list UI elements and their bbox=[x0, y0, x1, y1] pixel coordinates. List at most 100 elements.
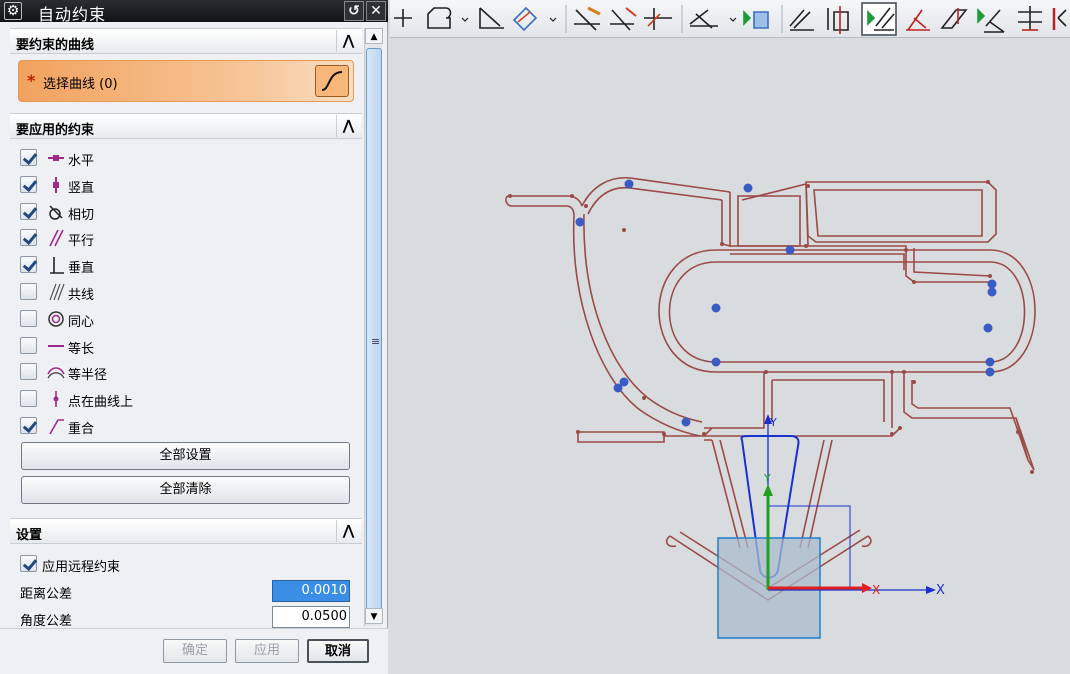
curve-endpoint[interactable] bbox=[806, 184, 810, 188]
curve-endpoint[interactable] bbox=[720, 242, 724, 246]
constraint-row[interactable]: 等长 bbox=[20, 334, 350, 358]
remote-constraint-row[interactable]: 应用远程约束 bbox=[20, 552, 350, 576]
constraint-row[interactable]: 水平 bbox=[20, 146, 350, 170]
scroll-down-icon[interactable]: ▼ bbox=[365, 608, 383, 624]
constraint-checkbox[interactable] bbox=[20, 175, 37, 193]
constraint-point[interactable] bbox=[743, 183, 753, 193]
curve-endpoint[interactable] bbox=[702, 432, 706, 436]
curve-endpoint[interactable] bbox=[508, 194, 512, 198]
curve-endpoint[interactable] bbox=[902, 370, 906, 374]
make-corner-icon[interactable] bbox=[644, 8, 672, 30]
clear-all-button[interactable]: 全部清除 bbox=[21, 476, 350, 504]
curve-endpoint[interactable] bbox=[904, 248, 908, 252]
constraint-point[interactable] bbox=[985, 357, 995, 367]
show-constraints-icon[interactable] bbox=[827, 6, 849, 34]
curve-endpoint[interactable] bbox=[576, 430, 580, 434]
curve-endpoint[interactable] bbox=[986, 180, 990, 184]
section-settings-header[interactable]: 设置 ⋀ bbox=[10, 518, 362, 544]
cancel-button[interactable]: 取消 bbox=[307, 639, 369, 663]
sketch-drawing[interactable]: Y X X Y bbox=[390, 39, 1070, 674]
angle-tolerance-input[interactable]: 0.0500 bbox=[272, 606, 350, 628]
constraint-checkbox[interactable] bbox=[20, 417, 37, 434]
scroll-up-icon[interactable]: ▲ bbox=[365, 28, 383, 44]
ok-button[interactable]: 确定 bbox=[163, 639, 227, 663]
curve-endpoint[interactable] bbox=[912, 380, 916, 384]
constraint-point[interactable] bbox=[575, 217, 585, 227]
curve-endpoint[interactable] bbox=[912, 280, 916, 284]
constraint-row[interactable]: 同心 bbox=[20, 307, 350, 331]
curve-endpoint[interactable] bbox=[622, 228, 626, 232]
constraint-point[interactable] bbox=[711, 357, 721, 367]
constraint-point[interactable] bbox=[613, 383, 623, 393]
curve-endpoint[interactable] bbox=[584, 204, 588, 208]
distance-tolerance-input[interactable]: 0.0010 bbox=[272, 580, 350, 602]
constraint-row[interactable]: 相切 bbox=[20, 200, 350, 224]
animate-dimension-icon[interactable] bbox=[1018, 6, 1042, 31]
continuous-dimension-icon[interactable] bbox=[743, 10, 769, 29]
remote-constraint-checkbox[interactable] bbox=[20, 555, 37, 572]
sketch-canvas[interactable]: Y X X Y bbox=[390, 39, 1070, 674]
constraint-row[interactable]: 等半径 bbox=[20, 360, 350, 384]
reset-icon[interactable]: ↺ bbox=[344, 1, 364, 21]
constraint-checkbox[interactable] bbox=[20, 229, 37, 247]
curve-endpoint[interactable] bbox=[890, 370, 894, 374]
constraint-checkbox[interactable] bbox=[20, 149, 37, 166]
select-curve-row[interactable]: * 选择曲线 (0) bbox=[18, 60, 354, 102]
dialog-scrollbar[interactable]: ▲ ≡ ▼ bbox=[364, 28, 383, 626]
constraint-point[interactable] bbox=[711, 303, 721, 313]
derived-line-icon[interactable] bbox=[512, 6, 557, 32]
point-icon[interactable] bbox=[394, 9, 412, 27]
close-icon[interactable]: ✕ bbox=[366, 1, 386, 21]
curve-endpoint[interactable] bbox=[642, 396, 646, 400]
constraint-point[interactable] bbox=[985, 367, 995, 377]
chevron-up-icon[interactable]: ⋀ bbox=[336, 115, 360, 137]
curve-endpoint[interactable] bbox=[988, 274, 992, 278]
constraint-row[interactable]: 点在曲线上 bbox=[20, 387, 350, 411]
set-all-button[interactable]: 全部设置 bbox=[21, 442, 350, 470]
curve-endpoint[interactable] bbox=[1030, 470, 1034, 474]
gear-icon[interactable]: ⚙ bbox=[4, 2, 22, 20]
constraint-row[interactable]: 共线 bbox=[20, 280, 350, 304]
convert-reference-icon[interactable] bbox=[940, 8, 968, 29]
section-curves-header[interactable]: 要约束的曲线 ⋀ bbox=[10, 28, 362, 54]
alternate-solution-icon[interactable] bbox=[977, 8, 1005, 33]
quick-extend-icon[interactable] bbox=[610, 7, 637, 31]
constraint-row[interactable]: 重合 bbox=[20, 414, 350, 438]
constraint-checkbox[interactable] bbox=[20, 309, 37, 327]
inferred-constraints-icon[interactable] bbox=[1052, 8, 1067, 30]
quick-trim-icon[interactable] bbox=[574, 6, 601, 31]
apply-button[interactable]: 应用 bbox=[235, 639, 299, 663]
constraint-row[interactable]: 平行 bbox=[20, 226, 350, 250]
constraint-checkbox[interactable] bbox=[20, 202, 37, 220]
constraint-checkbox[interactable] bbox=[20, 283, 37, 300]
curve-endpoint[interactable] bbox=[764, 370, 768, 374]
curve-endpoint[interactable] bbox=[804, 244, 808, 248]
constraint-checkbox[interactable] bbox=[20, 256, 37, 274]
constraint-point[interactable] bbox=[987, 279, 997, 289]
chevron-up-icon[interactable]: ⋀ bbox=[336, 520, 360, 542]
constraint-point[interactable] bbox=[983, 323, 993, 333]
constraint-row[interactable]: 竖直 bbox=[20, 173, 350, 197]
profile-icon[interactable] bbox=[427, 7, 469, 29]
curve-endpoint[interactable] bbox=[662, 432, 666, 436]
relax-dimension-icon[interactable] bbox=[906, 9, 930, 31]
constraint-point[interactable] bbox=[785, 245, 795, 255]
curve-endpoint[interactable] bbox=[890, 432, 894, 436]
curve-endpoint[interactable] bbox=[570, 194, 574, 198]
sketch-curves[interactable] bbox=[505, 177, 1036, 601]
section-constraints-header[interactable]: 要应用的约束 ⋀ bbox=[10, 113, 362, 139]
geometric-constraints-icon[interactable] bbox=[789, 9, 814, 31]
chevron-up-icon[interactable]: ⋀ bbox=[336, 30, 360, 52]
select-curve-button[interactable] bbox=[315, 65, 349, 97]
constraint-point[interactable] bbox=[681, 417, 691, 427]
constraint-checkbox[interactable] bbox=[20, 336, 37, 354]
curve-endpoint[interactable] bbox=[1016, 430, 1020, 434]
rapid-dimension-icon[interactable] bbox=[689, 9, 737, 29]
constraint-checkbox[interactable] bbox=[20, 390, 37, 408]
constraint-point[interactable] bbox=[987, 287, 997, 297]
trim-corner-icon[interactable] bbox=[479, 7, 504, 29]
constraint-checkbox[interactable] bbox=[20, 363, 37, 381]
constraint-row[interactable]: 垂直 bbox=[20, 253, 350, 277]
scroll-thumb[interactable]: ≡ bbox=[366, 48, 382, 618]
constraint-point[interactable] bbox=[624, 179, 634, 189]
